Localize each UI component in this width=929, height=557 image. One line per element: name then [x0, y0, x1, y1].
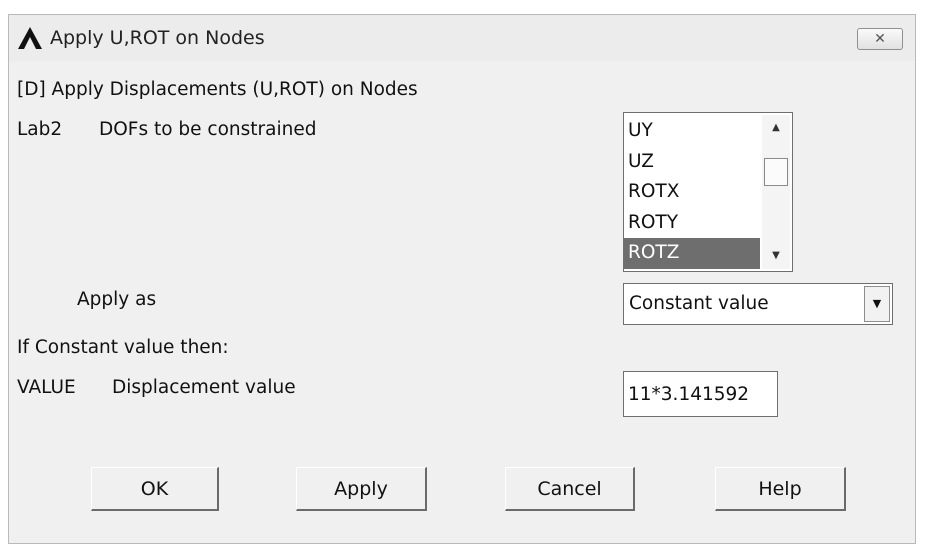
lab2-label: DOFs to be constrained [99, 119, 317, 140]
lab2-code: Lab2 [17, 119, 63, 140]
value-code: VALUE [17, 377, 76, 398]
dof-list: UY UZ ROTX ROTY ROTZ [624, 116, 760, 269]
title-bar[interactable]: Apply U,ROT on Nodes ✕ [9, 15, 915, 61]
displacement-value-input[interactable] [623, 371, 778, 417]
help-button[interactable]: Help [715, 467, 846, 511]
ansys-logo-icon [18, 27, 42, 49]
apply-as-label: Apply as [77, 289, 157, 310]
scroll-thumb[interactable] [764, 158, 788, 186]
dof-list-item-uz[interactable]: UZ [624, 147, 760, 178]
ok-button[interactable]: OK [91, 467, 219, 511]
dof-list-item-rotx[interactable]: ROTX [624, 177, 760, 208]
window-title: Apply U,ROT on Nodes [50, 27, 265, 49]
apply-as-selected: Constant value [629, 293, 769, 314]
close-button[interactable]: ✕ [857, 28, 903, 50]
scroll-up-arrow-icon[interactable]: ▲ [762, 115, 790, 141]
listbox-scrollbar[interactable]: ▲ ▼ [762, 115, 790, 269]
apply-as-dropdown[interactable]: Constant value ▼ [623, 283, 893, 325]
apply-button[interactable]: Apply [296, 467, 427, 511]
dof-list-item-roty[interactable]: ROTY [624, 208, 760, 239]
dof-list-item-uy[interactable]: UY [624, 116, 760, 147]
dropdown-arrow-icon[interactable]: ▼ [864, 286, 890, 322]
cancel-button[interactable]: Cancel [505, 467, 635, 511]
dof-listbox[interactable]: UY UZ ROTX ROTY ROTZ ▲ ▼ [623, 112, 793, 272]
value-label: Displacement value [112, 377, 296, 398]
apply-urot-dialog: Apply U,ROT on Nodes ✕ [D] Apply Displac… [8, 14, 916, 544]
scroll-down-arrow-icon[interactable]: ▼ [762, 243, 790, 269]
close-icon: ✕ [874, 31, 886, 47]
constant-hint: If Constant value then: [17, 337, 229, 358]
dialog-description: [D] Apply Displacements (U,ROT) on Nodes [17, 79, 418, 100]
dof-list-item-rotz[interactable]: ROTZ [624, 238, 760, 269]
